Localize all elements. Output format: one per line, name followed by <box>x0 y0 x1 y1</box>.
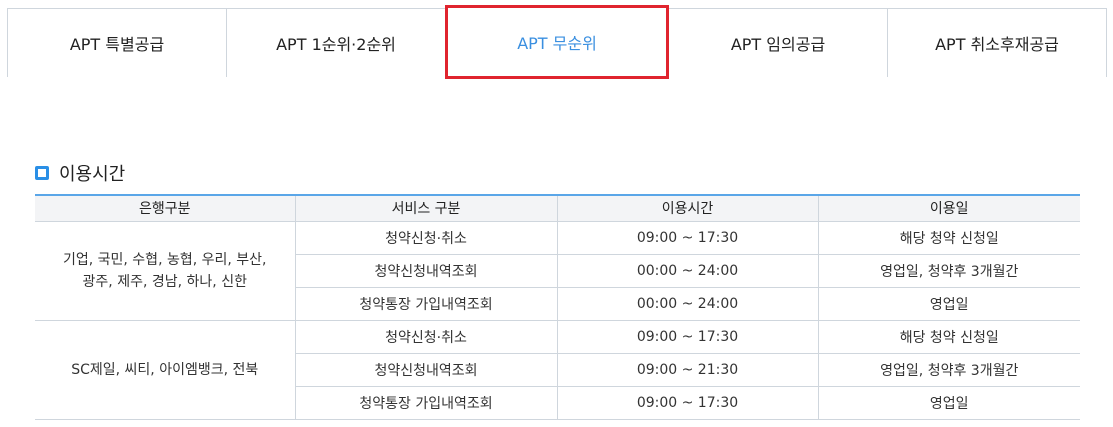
service-cell: 청약신청내역조회 <box>294 254 557 288</box>
day-cell: 영업일, 청약후 3개월간 <box>817 353 1080 387</box>
time-cell: 09:00 ~ 17:30 <box>556 320 818 354</box>
square-bullet-icon <box>35 166 49 180</box>
day-cell: 해당 청약 신청일 <box>817 320 1080 354</box>
bank-group-line: SC제일, 씨티, 아이엠뱅크, 전북 <box>71 361 259 378</box>
bank-group-line: 광주, 제주, 경남, 하나, 신한 <box>82 273 247 290</box>
day-cell: 영업일 <box>817 287 1080 321</box>
service-cell: 청약신청·취소 <box>294 221 557 255</box>
bank-group-cell: SC제일, 씨티, 아이엠뱅크, 전북 <box>35 320 295 420</box>
day-cell: 해당 청약 신청일 <box>817 221 1080 255</box>
section-title: 이용시간 <box>35 160 125 186</box>
time-cell: 09:00 ~ 21:30 <box>556 353 818 387</box>
service-cell: 청약신청·취소 <box>294 320 557 354</box>
tab-no-priority[interactable]: APT 무순위 <box>445 5 669 79</box>
header-time: 이용시간 <box>556 194 818 222</box>
header-bank: 은행구분 <box>35 194 295 222</box>
tab-special-supply[interactable]: APT 특별공급 <box>7 8 227 77</box>
time-cell: 09:00 ~ 17:30 <box>556 221 818 255</box>
service-cell: 청약통장 가입내역조회 <box>294 287 557 321</box>
bank-group-line: 기업, 국민, 수협, 농협, 우리, 부산, <box>62 251 267 268</box>
section-title-text: 이용시간 <box>59 164 126 185</box>
header-service: 서비스 구분 <box>294 194 557 222</box>
time-cell: 09:00 ~ 17:30 <box>556 386 818 420</box>
table-row: SC제일, 씨티, 아이엠뱅크, 전북 청약신청·취소 09:00 ~ 17:3… <box>35 320 1080 420</box>
service-cell: 청약통장 가입내역조회 <box>294 386 557 420</box>
tab-bar: APT 특별공급 APT 1순위·2순위 APT 무순위 APT 임의공급 AP… <box>7 5 1107 79</box>
tab-resupply-after-cancel[interactable]: APT 취소후재공급 <box>887 8 1107 77</box>
time-cell: 00:00 ~ 24:00 <box>556 254 818 288</box>
table-header-row: 은행구분 서비스 구분 이용시간 이용일 <box>35 194 1080 222</box>
time-cell: 00:00 ~ 24:00 <box>556 287 818 321</box>
header-day: 이용일 <box>817 194 1080 222</box>
tab-first-second-priority[interactable]: APT 1순위·2순위 <box>226 8 446 77</box>
table-row: 기업, 국민, 수협, 농협, 우리, 부산, 광주, 제주, 경남, 하나, … <box>35 221 1080 321</box>
tab-arbitrary-supply[interactable]: APT 임의공급 <box>668 8 888 77</box>
service-cell: 청약신청내역조회 <box>294 353 557 387</box>
day-cell: 영업일, 청약후 3개월간 <box>817 254 1080 288</box>
bank-group-cell: 기업, 국민, 수협, 농협, 우리, 부산, 광주, 제주, 경남, 하나, … <box>35 221 295 321</box>
day-cell: 영업일 <box>817 386 1080 420</box>
usage-time-table: 은행구분 서비스 구분 이용시간 이용일 기업, 국민, 수협, 농협, 우리,… <box>35 194 1080 420</box>
